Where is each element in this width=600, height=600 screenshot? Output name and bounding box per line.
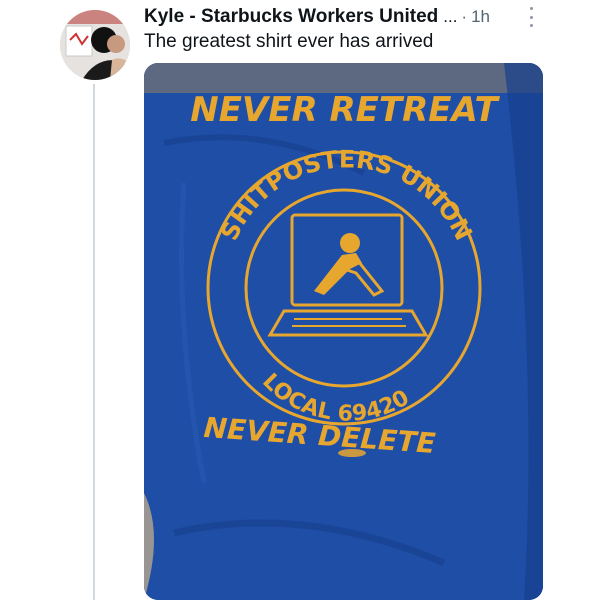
timestamp[interactable]: 1h xyxy=(471,7,490,27)
shirt-top-text: NEVER RETREAT xyxy=(190,90,500,130)
shirt-photo: NEVER RETREAT SHITPOSTERS UNION LOCAL 69… xyxy=(144,63,543,600)
author-name[interactable]: Kyle - Starbucks Workers United xyxy=(144,6,438,28)
avatar[interactable] xyxy=(60,10,130,80)
more-vertical-icon[interactable] xyxy=(528,7,534,27)
name-truncation: ... xyxy=(443,7,458,26)
union-bug-icon xyxy=(338,449,366,457)
thread-line xyxy=(93,84,95,600)
avatar-photo xyxy=(60,10,130,80)
tweet-media[interactable]: NEVER RETREAT SHITPOSTERS UNION LOCAL 69… xyxy=(144,63,543,600)
tweet-header: Kyle - Starbucks Workers United ... · 1h xyxy=(144,3,584,31)
tweet-text: The greatest shirt ever has arrived xyxy=(144,31,434,52)
separator-dot: · xyxy=(461,7,468,26)
